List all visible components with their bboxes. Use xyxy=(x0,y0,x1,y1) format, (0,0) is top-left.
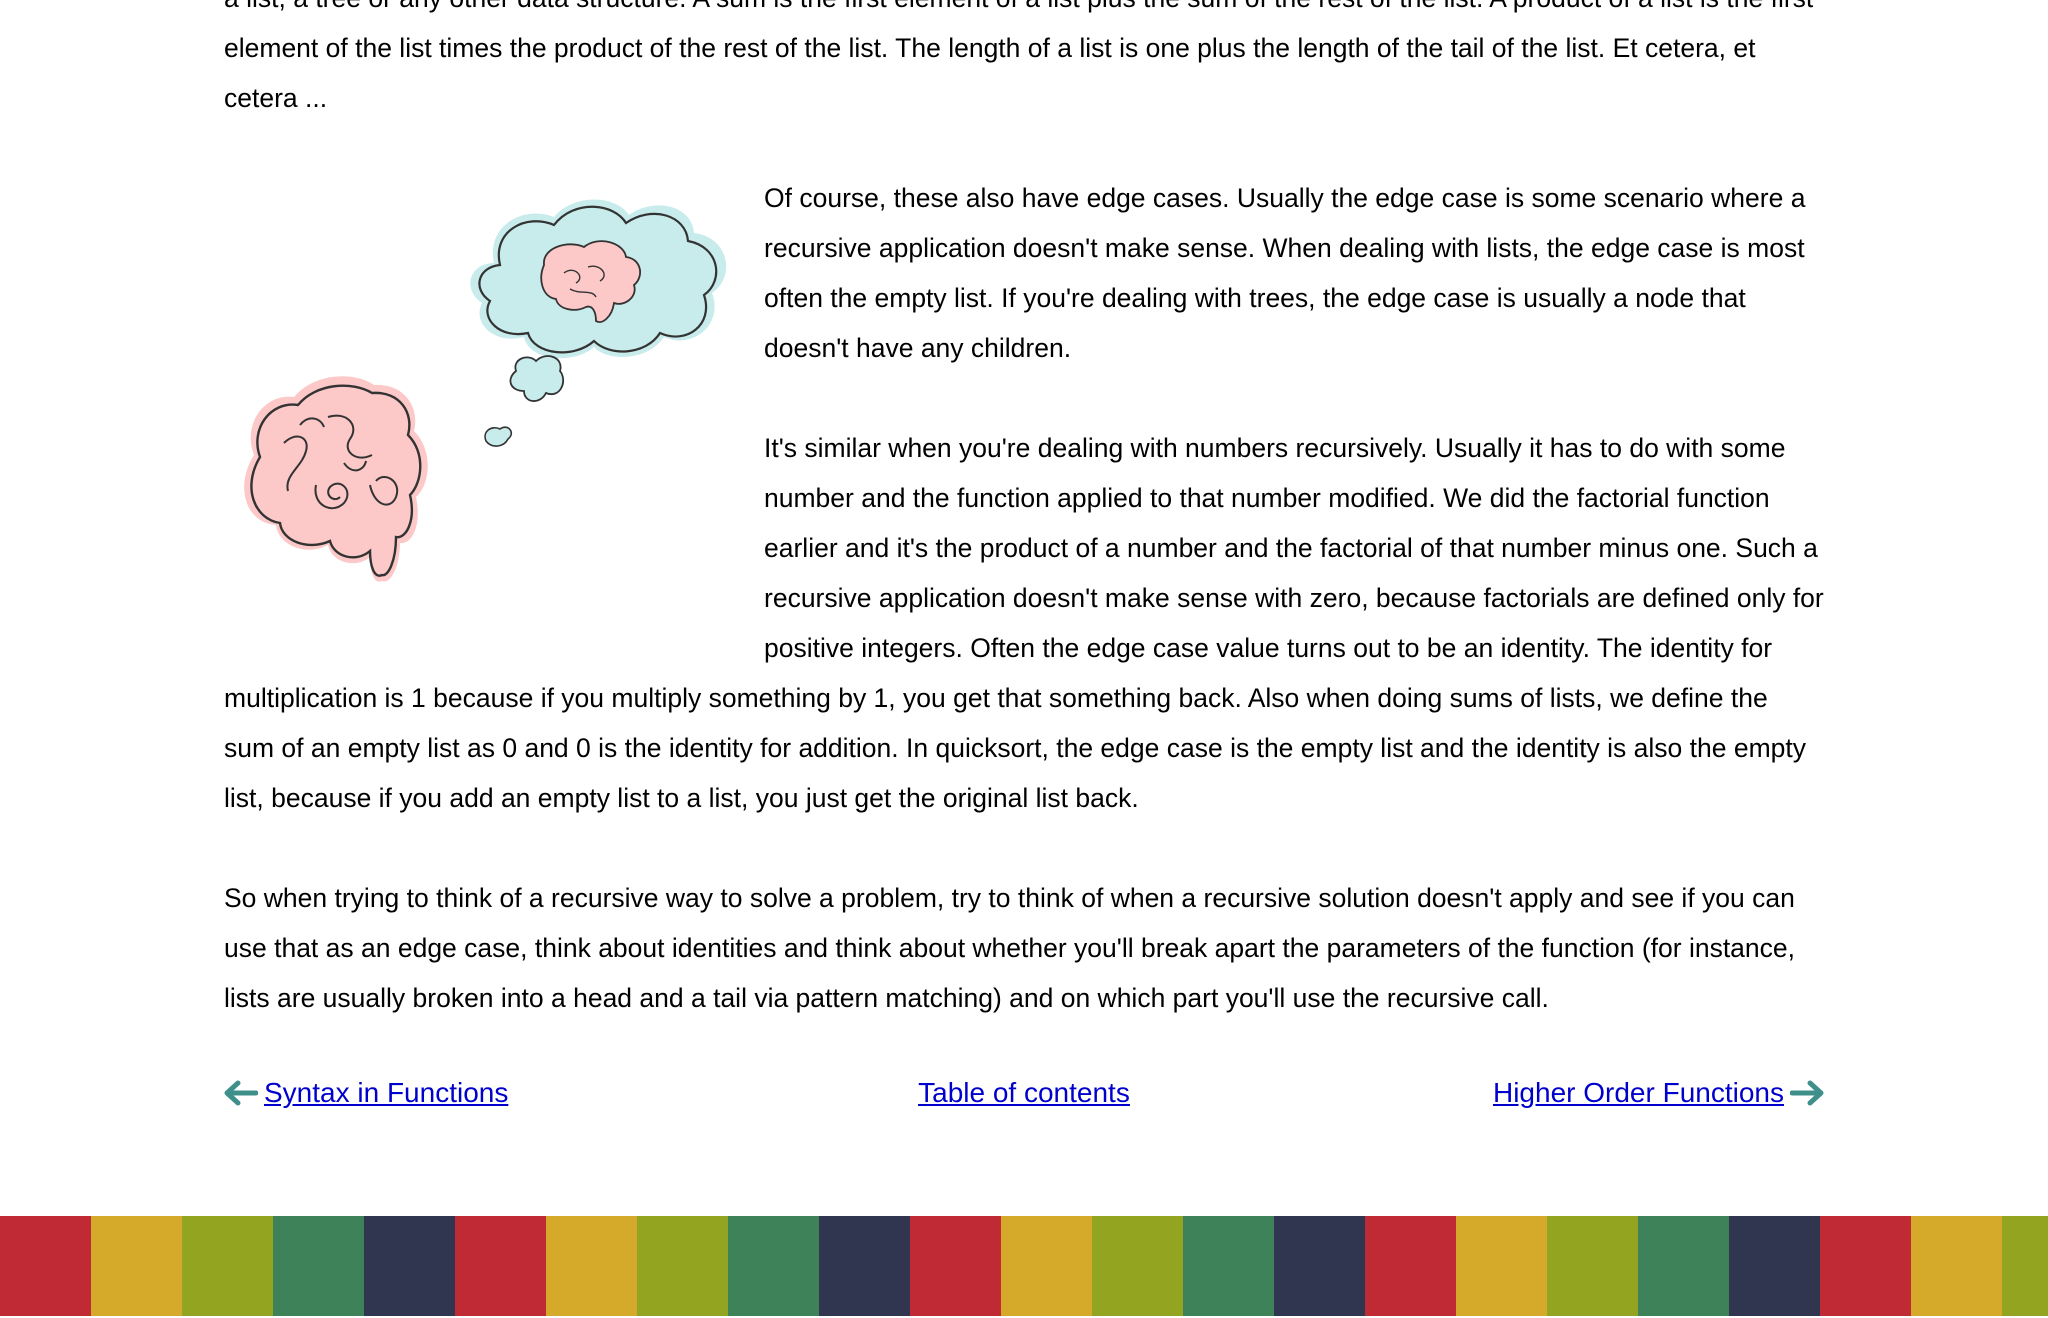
footer-color-tile xyxy=(0,1216,91,1316)
footer-color-tile xyxy=(364,1216,455,1316)
chapter-navigation: Syntax in Functions Table of contents Hi… xyxy=(224,1070,1824,1116)
footer-color-tile xyxy=(1183,1216,1274,1316)
footer-color-tile xyxy=(455,1216,546,1316)
footer-color-tile xyxy=(819,1216,910,1316)
footer-color-tile xyxy=(1911,1216,2002,1316)
footer-color-tile xyxy=(1274,1216,1365,1316)
footer-color-tile xyxy=(1092,1216,1183,1316)
footer-color-tile xyxy=(1547,1216,1638,1316)
footer-color-tile xyxy=(728,1216,819,1316)
footer-color-tile xyxy=(1365,1216,1456,1316)
article-content: a list, a tree or any other data structu… xyxy=(224,0,1824,1073)
footer-color-tile xyxy=(182,1216,273,1316)
thinking-brain-illustration xyxy=(224,185,752,660)
footer-color-tile xyxy=(1729,1216,1820,1316)
footer-color-tile xyxy=(546,1216,637,1316)
footer-color-stripe xyxy=(0,1216,2048,1316)
next-chapter-link[interactable]: Higher Order Functions xyxy=(1493,1070,1784,1116)
footer-color-tile xyxy=(1456,1216,1547,1316)
footer-color-tile xyxy=(2002,1216,2048,1316)
table-of-contents-label[interactable]: Table of contents xyxy=(918,1077,1130,1108)
footer-color-tile xyxy=(273,1216,364,1316)
paragraph-intro: a list, a tree or any other data structu… xyxy=(224,0,1813,113)
page: a list, a tree or any other data structu… xyxy=(0,0,2048,1318)
footer-color-tile xyxy=(1001,1216,1092,1316)
footer-color-tile xyxy=(1820,1216,1911,1316)
footer-color-tile xyxy=(637,1216,728,1316)
footer-color-tile xyxy=(1638,1216,1729,1316)
right-arrow-icon[interactable] xyxy=(1790,1080,1824,1106)
footer-color-tile xyxy=(910,1216,1001,1316)
footer-color-tile xyxy=(91,1216,182,1316)
paragraph-summary: So when trying to think of a recursive w… xyxy=(224,883,1796,1013)
